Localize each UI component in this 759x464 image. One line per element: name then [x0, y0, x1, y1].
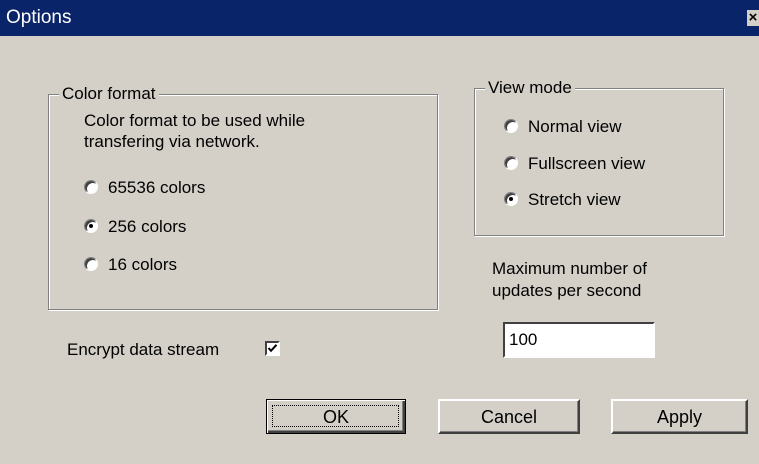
close-icon[interactable]: × [747, 10, 759, 26]
cancel-button-label: Cancel [480, 406, 538, 427]
encrypt-label: Encrypt data stream [67, 340, 220, 359]
radio-label: Normal view [528, 116, 622, 136]
apply-button-label: Apply [656, 406, 703, 427]
encrypt-checkbox[interactable] [265, 341, 280, 356]
radio-normal-view[interactable]: Normal view [504, 114, 622, 138]
radio-label: 65536 colors [108, 177, 206, 197]
ok-button[interactable]: OK [266, 399, 406, 434]
radio-label: Fullscreen view [528, 153, 646, 173]
view-mode-legend: View mode [485, 78, 575, 98]
max-updates-label-line1: Maximum number of [492, 259, 647, 278]
radio-unselected-icon [84, 180, 98, 194]
checkmark-icon [267, 344, 278, 353]
title-bar: Options × [0, 0, 759, 36]
max-updates-label-line2: updates per second [492, 281, 642, 300]
radio-unselected-icon [504, 156, 518, 170]
color-format-legend: Color format [59, 84, 159, 104]
radio-label: 16 colors [108, 254, 177, 274]
window-title: Options [6, 7, 72, 28]
color-format-description-line2: transfering via network. [84, 132, 260, 151]
cancel-button[interactable]: Cancel [438, 399, 580, 434]
color-format-description-line1: Color format to be used while [84, 111, 306, 130]
radio-selected-icon [504, 192, 518, 206]
radio-fullscreen-view[interactable]: Fullscreen view [504, 151, 645, 175]
radio-label: Stretch view [528, 189, 621, 209]
radio-stretch-view[interactable]: Stretch view [504, 187, 621, 211]
radio-label: 256 colors [108, 216, 187, 236]
radio-unselected-icon [84, 257, 98, 271]
apply-button[interactable]: Apply [611, 399, 748, 434]
focus-rectangle [272, 405, 399, 427]
max-updates-input[interactable] [503, 322, 655, 358]
radio-16-colors[interactable]: 16 colors [84, 252, 177, 276]
radio-selected-icon [84, 219, 98, 233]
radio-65536-colors[interactable]: 65536 colors [84, 175, 205, 199]
radio-unselected-icon [504, 119, 518, 133]
options-dialog: Options × Color format Color format to b… [0, 0, 759, 464]
radio-256-colors[interactable]: 256 colors [84, 214, 186, 238]
